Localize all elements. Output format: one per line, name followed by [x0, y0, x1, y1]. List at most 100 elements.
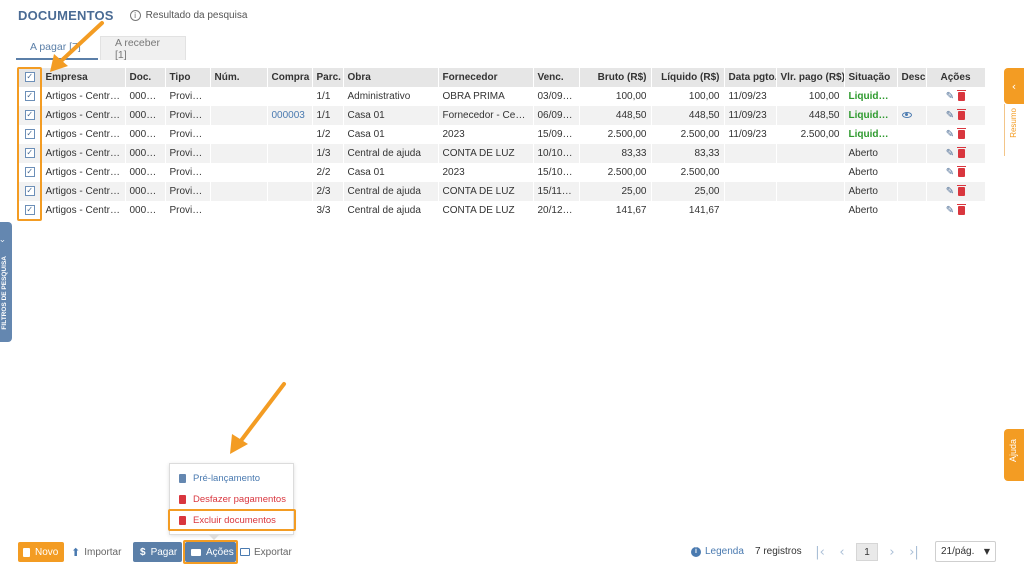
prev-page-button[interactable]: ‹: [831, 543, 853, 561]
edit-icon[interactable]: ✎: [946, 186, 954, 197]
row-checkbox[interactable]: ✓: [24, 129, 35, 140]
table-row[interactable]: ✓ Artigos - Central de Ajuda000203Provisã…: [19, 201, 986, 220]
table-row[interactable]: ✓ Artigos - Central de Ajuda000195Provisã…: [19, 163, 986, 182]
help-side-tab[interactable]: Ajuda: [1004, 429, 1024, 481]
page-header: DOCUMENTOS i Resultado da pesquisa: [18, 8, 247, 23]
cell-fornecedor: 2023: [438, 125, 534, 144]
export-icon: [240, 548, 250, 556]
row-checkbox[interactable]: ✓: [24, 167, 35, 178]
cell-parc: 2/3: [312, 182, 344, 201]
menu-item-excluir-documentos[interactable]: Excluir documentos: [170, 510, 295, 530]
col-header-doc[interactable]: Doc.: [125, 68, 166, 87]
per-page-select[interactable]: 21/pág. ▼: [935, 541, 996, 562]
trash-icon[interactable]: [957, 146, 967, 158]
annotation-arrow-actions: [230, 382, 286, 454]
cell-empresa: Artigos - Central de Ajuda: [41, 144, 126, 163]
cell-compra[interactable]: 000003: [267, 106, 313, 125]
cell-vlr-pago: 2.500,00: [776, 125, 845, 144]
cell-liquido: 83,33: [651, 144, 725, 163]
eye-icon[interactable]: [901, 112, 912, 119]
trash-icon[interactable]: [957, 108, 967, 120]
current-page[interactable]: 1: [856, 543, 878, 561]
cell-situacao: Liquidado: [844, 106, 898, 125]
col-header-compra[interactable]: Compra: [267, 68, 313, 87]
trash-icon[interactable]: [957, 203, 967, 215]
menu-item-pre-lancamento[interactable]: Pré-lançamento: [170, 468, 295, 488]
trash-icon[interactable]: [957, 127, 967, 139]
edit-icon[interactable]: ✎: [946, 129, 954, 140]
cell-compra: [267, 201, 313, 220]
edit-icon[interactable]: ✎: [946, 91, 954, 102]
table-header-row: ✓ Empresa Doc. Tipo Núm. Compra Parc. Ob…: [19, 68, 986, 87]
cell-data-pgto: [724, 144, 777, 163]
next-page-button[interactable]: ›: [881, 543, 903, 561]
cell-num: [210, 144, 268, 163]
importar-button[interactable]: ⬆ Importar: [71, 542, 121, 562]
select-all-checkbox[interactable]: ✓: [24, 72, 35, 83]
table-row[interactable]: ✓ Artigos - Central de Ajuda000203Provisã…: [19, 182, 986, 201]
cell-obra: Central de ajuda: [343, 144, 439, 163]
edit-icon[interactable]: ✎: [946, 148, 954, 159]
cell-obra: Casa 01: [343, 163, 439, 182]
help-side-label: Ajuda: [1008, 439, 1018, 463]
col-header-venc[interactable]: Venc.: [533, 68, 580, 87]
cell-situacao: Aberto: [844, 144, 898, 163]
summary-side-tab[interactable]: Resumo: [1004, 104, 1024, 156]
legend-link[interactable]: i Legenda: [691, 546, 744, 557]
cell-data-pgto: 11/09/23: [724, 87, 777, 106]
filters-side-tab[interactable]: ‹ FILTROS DE PESQUISA: [0, 222, 12, 342]
acoes-button[interactable]: Ações: [185, 542, 236, 562]
edit-icon[interactable]: ✎: [946, 110, 954, 121]
cell-tipo: Provisão: [165, 125, 211, 144]
trash-icon[interactable]: [957, 89, 967, 101]
menu-item-desfazer-pagamentos[interactable]: Desfazer pagamentos: [170, 489, 295, 509]
cell-situacao: Aberto: [844, 201, 898, 220]
row-checkbox[interactable]: ✓: [24, 186, 35, 197]
table-row[interactable]: ✓ Artigos - Central de Ajuda000203Provisã…: [19, 144, 986, 163]
col-header-parc[interactable]: Parc.: [312, 68, 344, 87]
trash-icon[interactable]: [957, 184, 967, 196]
filters-side-label: FILTROS DE PESQUISA: [1, 256, 8, 330]
col-header-obra[interactable]: Obra: [343, 68, 439, 87]
pagar-button[interactable]: $ Pagar: [133, 542, 182, 562]
cell-liquido: 100,00: [651, 87, 725, 106]
edit-icon[interactable]: ✎: [946, 167, 954, 178]
trash-icon[interactable]: [957, 165, 967, 177]
edit-icon[interactable]: ✎: [946, 205, 954, 216]
exportar-button[interactable]: Exportar: [240, 542, 292, 562]
novo-button[interactable]: Novo: [18, 542, 64, 562]
col-header-liquido[interactable]: Líquido (R$): [651, 68, 725, 87]
cell-fornecedor: OBRA PRIMA: [438, 87, 534, 106]
cell-vlr-pago: [776, 201, 845, 220]
row-checkbox[interactable]: ✓: [24, 148, 35, 159]
summary-toggle-button[interactable]: ‹: [1004, 68, 1024, 104]
tab-a-receber[interactable]: A receber [1]: [100, 36, 186, 61]
col-header-situacao[interactable]: Situação: [844, 68, 898, 87]
cell-tipo: Provisão: [165, 87, 211, 106]
col-header-data-pgto[interactable]: Data pgto.: [724, 68, 777, 87]
tab-a-pagar[interactable]: A pagar [7]: [16, 36, 98, 60]
cell-venc: 15/10/23: [533, 163, 580, 182]
col-header-vlr-pago[interactable]: Vlr. pago (R$): [776, 68, 845, 87]
col-header-num[interactable]: Núm.: [210, 68, 268, 87]
cell-venc: 15/09/23: [533, 125, 580, 144]
cell-acoes: ✎: [926, 87, 986, 106]
menu-item-label: Pré-lançamento: [193, 472, 261, 484]
cell-venc: 15/11/23: [533, 182, 580, 201]
col-header-tipo[interactable]: Tipo: [165, 68, 211, 87]
row-checkbox[interactable]: ✓: [24, 91, 35, 102]
row-checkbox[interactable]: ✓: [24, 110, 35, 121]
col-header-fornecedor[interactable]: Fornecedor: [438, 68, 534, 87]
cell-situacao: Liquidado: [844, 87, 898, 106]
cell-tipo: Provisão: [165, 163, 211, 182]
col-header-empresa[interactable]: Empresa: [41, 68, 126, 87]
first-page-button[interactable]: |‹: [809, 543, 831, 561]
table-row[interactable]: ✓ Artigos - Central de Ajuda000201Provisã…: [19, 106, 986, 125]
cell-situacao: Liquidado: [844, 125, 898, 144]
table-row[interactable]: ✓ Artigos - Central de Ajuda000195Provisã…: [19, 125, 986, 144]
table-row[interactable]: ✓ Artigos - Central de Ajuda000198Provisã…: [19, 87, 986, 106]
row-checkbox[interactable]: ✓: [24, 205, 35, 216]
last-page-button[interactable]: ›|: [903, 543, 925, 561]
col-header-desc[interactable]: Desc.: [897, 68, 927, 87]
col-header-bruto[interactable]: Bruto (R$): [579, 68, 652, 87]
